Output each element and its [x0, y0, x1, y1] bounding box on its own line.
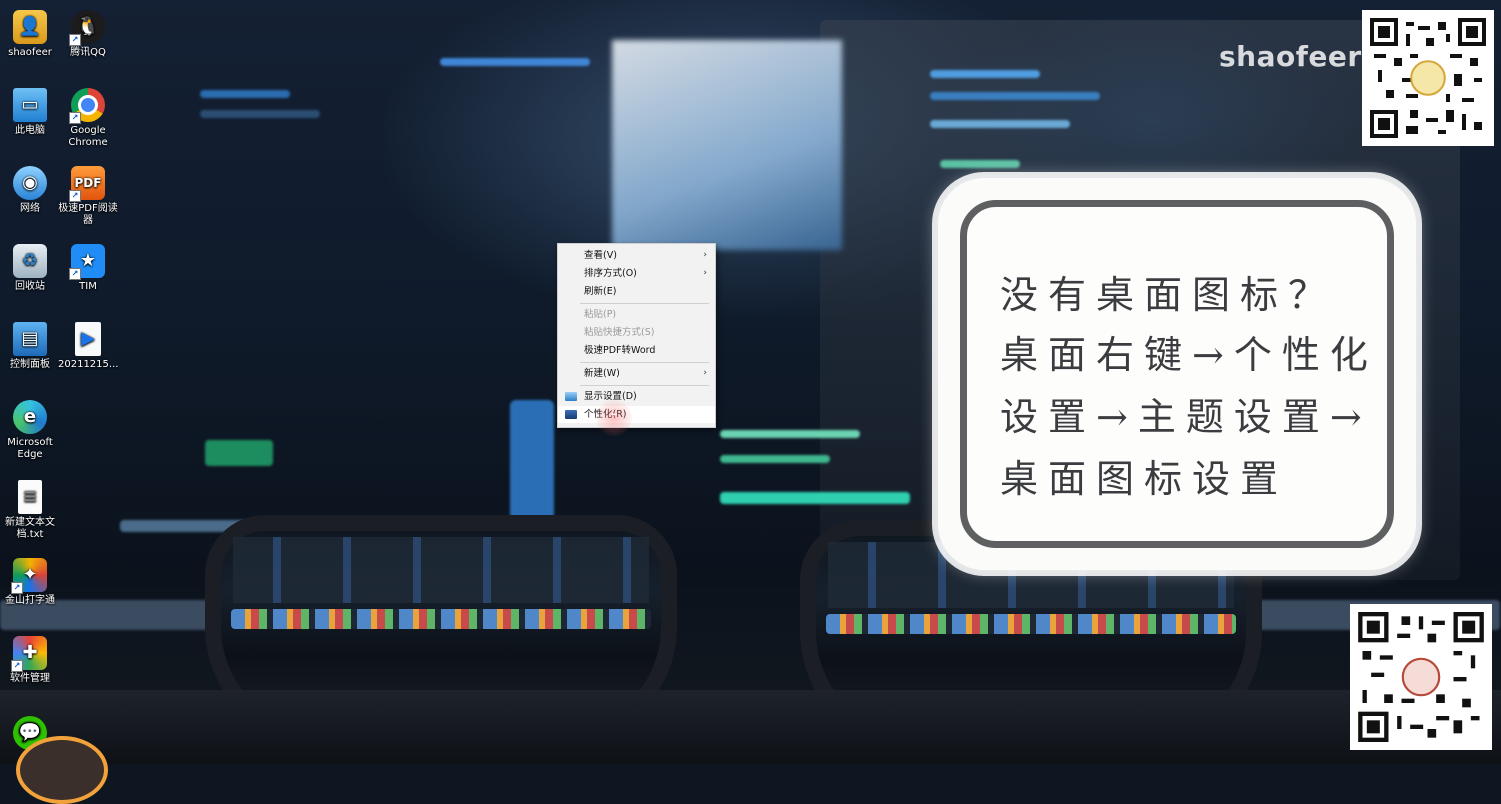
- tip-line: 桌面图标设置: [1000, 457, 1289, 501]
- desktop-icon-network[interactable]: ◉ 网络: [0, 166, 60, 215]
- personalize-icon: [565, 410, 577, 419]
- menu-item-label: 粘贴(P): [584, 309, 617, 320]
- desktop-icon-label: 极速PDF阅读器: [58, 203, 118, 226]
- desktop-icon-text-file[interactable]: ≡ 新建文本文档.txt: [0, 480, 60, 541]
- desktop-icon-label: 此电脑: [15, 125, 45, 136]
- pdf-reader-icon: PDF ↗: [69, 166, 105, 202]
- desktop-icon-video-file[interactable]: ▶ 20211215...: [58, 322, 118, 371]
- desktop-icon-label: 20211215...: [58, 359, 119, 370]
- submenu-arrow-icon: ›: [703, 368, 707, 378]
- desktop-icon-control-panel[interactable]: ▤ 控制面板: [0, 322, 60, 371]
- menu-separator: [580, 362, 709, 363]
- menu-item-paste-shortcut[interactable]: 粘贴快捷方式(S): [558, 324, 715, 341]
- click-highlight: [596, 400, 632, 436]
- desktop-icon-shaofeer[interactable]: 👤 shaofeer: [0, 10, 60, 59]
- video-file-icon: ▶: [75, 322, 101, 356]
- tip-line: 没有桌面图标？: [1000, 273, 1337, 317]
- menu-item-view[interactable]: 查看(V) ›: [558, 247, 715, 264]
- control-panel-icon: ▤: [13, 322, 47, 356]
- menu-item-paste[interactable]: 粘贴(P): [558, 306, 715, 323]
- desktop-icon-edge[interactable]: e Microsoft Edge: [0, 400, 60, 461]
- desktop-icon-software-manager[interactable]: ✚ ↗ 软件管理: [0, 636, 60, 685]
- menu-item-refresh[interactable]: 刷新(E): [558, 283, 715, 300]
- desktop-icon-this-pc[interactable]: ▭ 此电脑: [0, 88, 60, 137]
- this-pc-icon: ▭: [13, 88, 47, 122]
- user-folder-icon: 👤: [13, 10, 47, 44]
- desktop-icon-chrome[interactable]: ↗ Google Chrome: [58, 88, 118, 149]
- watermark-text: shaofeer: [1219, 40, 1362, 73]
- menu-item-new[interactable]: 新建(W) ›: [558, 365, 715, 382]
- menu-item-label: 极速PDF转Word: [584, 345, 656, 356]
- menu-item-label: 新建(W): [584, 368, 620, 379]
- menu-item-sort-by[interactable]: 排序方式(O) ›: [558, 265, 715, 282]
- desktop-icon-label: 新建文本文档.txt: [5, 517, 55, 540]
- desktop-icon-typing-app[interactable]: ✦ ↗ 金山打字通: [0, 558, 60, 607]
- desktop-icon-recycle-bin[interactable]: ♻ 回收站: [0, 244, 60, 293]
- qr-code-icon: [1370, 18, 1486, 138]
- desktop-icon-label: 网络: [20, 203, 40, 214]
- menu-item-pdf-to-word[interactable]: 极速PDF转Word: [558, 342, 715, 359]
- text-file-icon: ≡: [18, 480, 42, 514]
- menu-separator: [580, 385, 709, 386]
- presenter-avatar: [16, 736, 108, 804]
- desktop-icon-label: 金山打字通: [5, 595, 55, 606]
- menu-item-label: 粘贴快捷方式(S): [584, 327, 655, 338]
- desktop-icon-tim[interactable]: ★ ↗ TIM: [58, 244, 118, 293]
- qq-penguin-icon: 🐧 ↗: [69, 10, 105, 46]
- display-settings-icon: [565, 392, 577, 401]
- desktop-context-menu: 查看(V) › 排序方式(O) › 刷新(E) 粘贴(P) 粘贴快捷方式(S) …: [557, 243, 716, 428]
- menu-item-label: 查看(V): [584, 250, 617, 261]
- software-manager-icon: ✚ ↗: [11, 636, 47, 672]
- qr-code-top: [1362, 10, 1494, 146]
- menu-item-display-settings[interactable]: 显示设置(D): [558, 388, 715, 405]
- tip-line: 桌面右键→个性化: [1000, 333, 1378, 377]
- submenu-arrow-icon: ›: [703, 250, 707, 260]
- desktop-icon-label: 回收站: [15, 281, 45, 292]
- desktop-icon-label: 控制面板: [10, 359, 50, 370]
- desktop-icon-pdf-reader[interactable]: PDF ↗ 极速PDF阅读器: [58, 166, 118, 227]
- tip-line: 设置→主题设置→: [1000, 395, 1372, 439]
- typing-app-icon: ✦ ↗: [11, 558, 47, 594]
- tim-star-icon: ★ ↗: [69, 244, 105, 280]
- desktop-icon-label: Google Chrome: [68, 125, 108, 148]
- desktop-icon-label: 腾讯QQ: [70, 47, 106, 58]
- qr-code-bottom: [1350, 604, 1492, 750]
- desktop-icon-label: 软件管理: [10, 673, 50, 684]
- chrome-icon: ↗: [69, 88, 105, 124]
- submenu-arrow-icon: ›: [703, 268, 707, 278]
- desktop-icon-label: TIM: [79, 281, 97, 292]
- mouse-cursor-icon: [612, 413, 618, 415]
- desktop-icon-qq[interactable]: 🐧 ↗ 腾讯QQ: [58, 10, 118, 59]
- recycle-bin-icon: ♻: [13, 244, 47, 278]
- network-icon: ◉: [13, 166, 47, 200]
- menu-item-label: 排序方式(O): [584, 268, 637, 279]
- tip-card: 没有桌面图标？ 桌面右键→个性化 设置→主题设置→ 桌面图标设置: [938, 178, 1416, 570]
- desktop-icon-label: shaofeer: [8, 47, 52, 58]
- menu-item-personalize[interactable]: 个性化(R): [558, 406, 715, 423]
- menu-separator: [580, 303, 709, 304]
- edge-icon: e: [13, 400, 47, 434]
- qr-code-icon: [1358, 612, 1484, 742]
- menu-item-label: 刷新(E): [584, 286, 617, 297]
- desktop-icon-label: Microsoft Edge: [7, 437, 53, 460]
